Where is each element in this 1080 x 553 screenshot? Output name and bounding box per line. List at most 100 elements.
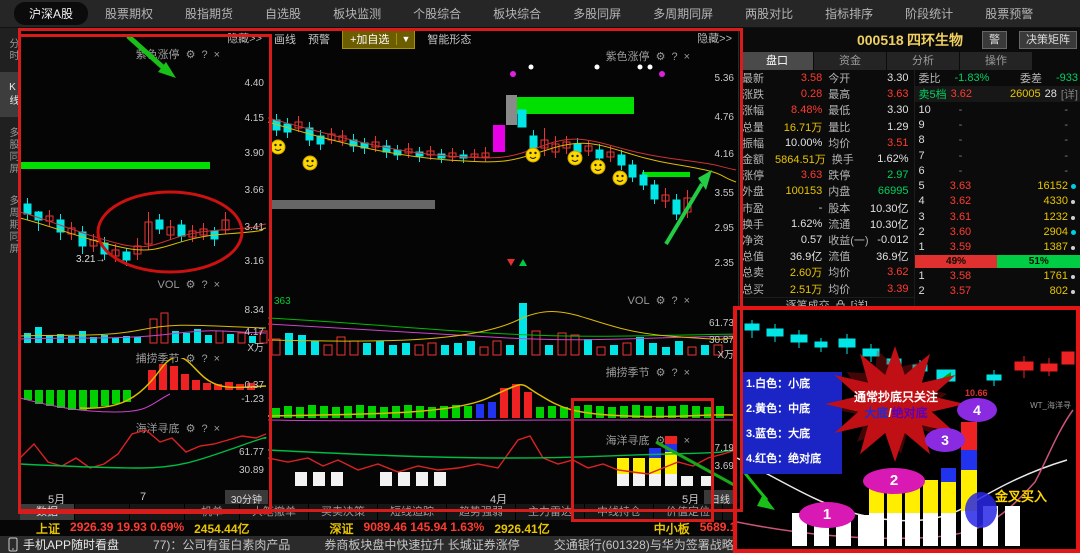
menu-item[interactable]: 个股综合 [398,2,476,25]
volume-chart [20,312,268,344]
sell-level-row[interactable]: 5 3.63 16152 [915,178,1080,193]
quote-tab[interactable]: 资金 [814,52,886,70]
quote-tab[interactable]: 盘口 [741,52,813,70]
index-values: 9089.46 145.94 1.63% [363,519,485,534]
main-chart-panel: 画线 预警 +加自选 ▼ 智能形态 隐藏>> 紫色涨停 ⚙? × 5.36 4.… [268,28,738,507]
sell-level-row[interactable]: 9- - [915,117,1080,132]
bulao-chart [268,384,737,422]
function-tab[interactable]: 买卖决策 [309,504,378,520]
quote-tab[interactable]: 分析 [887,52,959,70]
function-tab[interactable]: 数据 [20,504,75,520]
buy-ratio: 51% [996,254,1080,268]
golden-cross-marker [965,492,997,528]
ticker-item[interactable]: 77)：公司有蛋白素肉产品 [153,536,290,553]
menu-item[interactable]: 股票预警 [970,2,1048,25]
menu-item[interactable]: 板块监测 [318,2,396,25]
sell-level-row[interactable]: 8- - [915,133,1080,148]
sell-level-row[interactable]: 10- - [915,102,1080,117]
weibi-row: 委比 -1.83% 委差 -933 [918,72,1078,85]
stats-row: 振幅 10.00% 均价 3.51 [742,136,909,150]
menu-item[interactable]: 沪深A股 [14,2,89,25]
phone-icon [8,537,18,552]
function-tab[interactable]: 短线追踪 [378,504,447,520]
marker-1: 1 [799,502,855,528]
side-tab[interactable]: 分时 [0,28,20,72]
function-tab[interactable]: 趋势强弱 [447,504,516,520]
function-tab[interactable]: 中线持仓 [585,504,654,520]
buy-level-row[interactable]: 2 3.57 802 [915,283,1080,298]
index-group[interactable]: 上证 2926.39 19.93 0.69% 2454.44亿 [36,520,250,537]
function-tab[interactable] [75,504,130,520]
menu-item[interactable]: 两股对比 [730,2,808,25]
quote-tabs: 盘口 资金 分析 操作 [739,52,1080,70]
menu-item[interactable]: 多周期同屏 [638,2,728,25]
bulao-chart [20,358,267,413]
close-icon[interactable]: × [214,49,220,61]
indicator-watermark: WT_海洋寻 [1030,401,1071,410]
quote-tab[interactable]: 操作 [960,52,1032,70]
stats-row: 总量 16.71万 量比 1.29 [742,120,909,134]
alert-button[interactable]: 警 [982,31,1007,49]
stats-row: 涨跌 0.28 最高 3.63 [742,88,909,102]
help-icon[interactable]: ? [201,49,207,61]
function-tab[interactable]: 主力雷达 [516,504,585,520]
stats-row: 总值 36.9亿 流值 36.9亿 [742,251,909,264]
mobile-app-label: 手机APP随时看盘 [8,536,119,553]
smart-pattern-button[interactable]: 智能形态 [427,31,471,47]
volume-chart [268,303,737,356]
function-tab[interactable] [130,504,185,520]
ticker-item[interactable]: 券商板块盘中快速拉升 长城证券涨停 [324,536,519,553]
sell-level-row[interactable]: 1 3.59 1387 [915,240,1080,255]
side-tab[interactable]: 多股同屏 [0,117,20,185]
sell-level-row[interactable]: 6- - [915,163,1080,178]
stats-row: 总卖 2.60万 均价 3.62 [742,266,909,280]
sell-level-row[interactable]: 2 3.60 2904 [915,224,1080,239]
function-tab[interactable]: 机单 [185,504,240,520]
hide-link[interactable]: 隐藏>> [697,30,732,46]
function-tab[interactable]: 价值定位 [654,504,723,520]
ocean-chart [268,435,737,488]
stats-row: 市盈 - 股本 10.30亿 [742,201,909,215]
index-group[interactable]: 深证 9089.46 145.94 1.63% 2926.41亿 [330,520,550,537]
callout-line1: 通常抄底只关注 [853,390,938,404]
kline-chart [268,64,737,266]
sell-level-row[interactable]: 3 3.61 1232 [915,209,1080,224]
sell-level-row[interactable]: 4 3.62 4330 [915,194,1080,209]
stock-code: 000518 [856,32,904,48]
index-name: 中小板 [653,521,690,536]
stats-row: 换手 1.62% 流通 10.30亿 [742,217,909,231]
stats-row: 最新 3.58 今开 3.30 [742,72,909,86]
add-watchlist-button[interactable]: +加自选 ▼ [342,29,416,49]
marker-4: 4 [957,398,997,422]
bottom-function-tabs: 数据 机单 大笔撤单 买卖决策 短线追踪 趋势强弱 主力雷达 中线持仓 价值定位 [20,504,738,520]
marker-2: 2 [863,468,925,494]
menu-item[interactable]: 自选股 [250,2,316,25]
price-label: 10.66 [965,388,988,398]
index-values: 2926.39 19.93 0.69% [70,519,185,534]
index-amount: 2454.44亿 [194,521,250,536]
chevron-down-icon[interactable]: ▼ [396,33,414,45]
buy-level-row[interactable]: 1 3.58 1761 [915,268,1080,283]
draw-line-button[interactable]: 画线 [274,31,296,47]
decision-matrix-button[interactable]: 决策矩阵 [1019,31,1077,49]
zoomed-annotation-panel: 1.白色：小底 2.黄色：中底 3.蓝色：大底 4.红色：绝对底 通常抄底只关注 大底… [733,306,1080,553]
top-menu-bar: 沪深A股 股票期权 股指期货 自选股 板块监测 个股综合 板块综合 多股同屏 多周期同屏 两股对比… [0,0,1080,28]
menu-item[interactable]: 阶段统计 [890,2,968,25]
stock-name: 四环生物 [907,32,964,48]
menu-item[interactable]: 指标排序 [810,2,888,25]
order-book: 委比 -1.83% 委差 -933 卖5档 3.62 26005 28 [详] 10… [914,70,1080,313]
sell-level-row[interactable]: 7- - [915,148,1080,163]
function-tab[interactable]: 大笔撤单 [240,504,309,520]
hide-link[interactable]: 隐藏>> [227,30,262,46]
side-tab[interactable]: K线 [0,72,20,117]
side-tab[interactable]: 多周期同屏 [0,185,20,265]
menu-item[interactable]: 多股同屏 [558,2,636,25]
index-name: 上证 [36,521,61,536]
alert-button[interactable]: 预警 [308,31,330,47]
detail-link[interactable]: [详] [1061,86,1078,102]
menu-item[interactable]: 板块综合 [478,2,556,25]
sell5-row[interactable]: 卖5档 3.62 26005 28 [详] [915,86,1080,102]
menu-item[interactable]: 股指期货 [170,2,248,25]
left-chart-panel: 隐藏>> 紫色涨停 ⚙? × 3.21→ 4.40 4.15 3.90 3.66… [20,28,269,510]
menu-item[interactable]: 股票期权 [90,2,168,25]
